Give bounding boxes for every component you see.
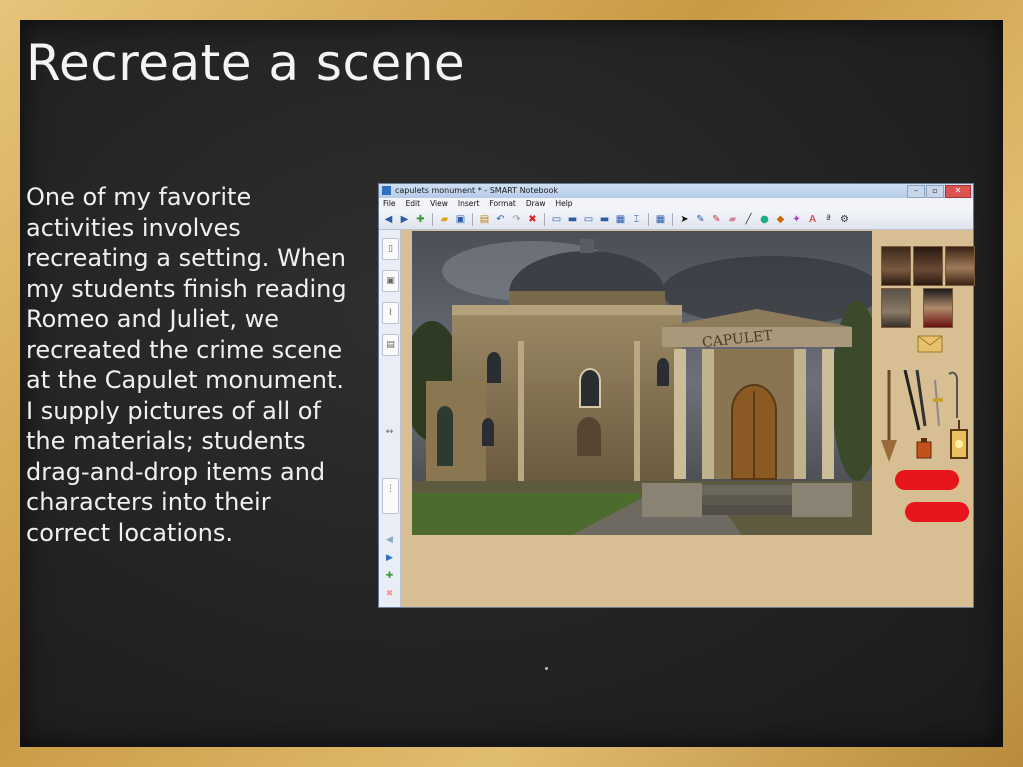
next-page-icon[interactable]: ▶ — [382, 548, 397, 568]
dual-display-icon[interactable]: ▬ — [598, 213, 611, 226]
character-portrait-juliet[interactable] — [945, 246, 975, 286]
undo-icon[interactable]: ↶ — [494, 213, 507, 226]
capture-tool-icon[interactable]: ⌶ — [630, 213, 643, 226]
blood-stain-2[interactable] — [905, 502, 969, 522]
menu-draw[interactable]: Draw — [526, 198, 546, 210]
window-controls: – ▫ ✕ — [907, 185, 971, 198]
attachments-tab[interactable]: ⌇ — [382, 302, 399, 324]
window-title: capulets monument * - SMART Notebook — [395, 186, 559, 195]
toolbar-separator — [472, 213, 473, 226]
eraser-icon[interactable]: ▰ — [726, 213, 739, 226]
smart-notebook-window: capulets monument * - SMART Notebook – ▫… — [378, 183, 975, 608]
capture-icon[interactable]: ▭ — [582, 213, 595, 226]
document-camera-icon[interactable]: ▦ — [614, 213, 627, 226]
slide-title: Recreate a scene — [26, 34, 466, 92]
hook-icon[interactable] — [948, 371, 958, 418]
minimize-button[interactable]: – — [907, 185, 925, 198]
back-arrow-icon[interactable]: ◀ — [382, 213, 395, 226]
toolbar-separator — [672, 213, 673, 226]
menu-help[interactable]: Help — [555, 198, 572, 210]
line-icon[interactable]: ╱ — [742, 213, 755, 226]
toolbar-separator — [544, 213, 545, 226]
chalkboard-frame: Recreate a scene One of my favorite acti… — [0, 0, 1023, 767]
redo-icon[interactable]: ↷ — [510, 213, 523, 226]
chalkboard: Recreate a scene One of my favorite acti… — [20, 20, 1003, 747]
magic-pen-icon[interactable]: ✦ — [790, 213, 803, 226]
forward-arrow-icon[interactable]: ▶ — [398, 213, 411, 226]
letter-icon[interactable] — [917, 332, 943, 354]
side-tabs: ▯ ▣ ⌇ ▤ ↔ ⋮ ◀ ▶ ✚ ✖ — [379, 230, 401, 607]
slide-body: One of my favorite activities involves r… — [26, 183, 347, 547]
delete-icon[interactable]: ✖ — [526, 213, 539, 226]
blood-stain-1[interactable] — [895, 470, 959, 490]
tools-cluster — [881, 370, 968, 462]
fill-icon[interactable]: ◆ — [774, 213, 787, 226]
text-icon[interactable]: A — [806, 213, 819, 226]
smart-notebook-app-icon — [382, 186, 391, 195]
menu-edit[interactable]: Edit — [406, 198, 421, 210]
monument-photo[interactable]: CAPULET — [412, 231, 872, 535]
pen-icon[interactable]: ✎ — [694, 213, 707, 226]
paste-icon[interactable]: ▤ — [478, 213, 491, 226]
properties-tab[interactable]: ▤ — [382, 334, 399, 356]
save-icon[interactable]: ▣ — [454, 213, 467, 226]
display-icon[interactable]: ▬ — [566, 213, 579, 226]
menu-format[interactable]: Format — [489, 198, 515, 210]
page-sorter-tab[interactable]: ▯ — [382, 238, 399, 260]
close-button[interactable]: ✕ — [945, 185, 971, 198]
font-icon[interactable]: ª — [822, 213, 835, 226]
delete-page-icon[interactable]: ✖ — [382, 584, 397, 604]
dagger-icon[interactable] — [933, 379, 943, 427]
table-icon[interactable]: ▦ — [654, 213, 667, 226]
menu-file[interactable]: File — [383, 198, 396, 210]
maximize-button[interactable]: ▫ — [926, 185, 944, 198]
character-portrait-paris[interactable] — [881, 288, 911, 328]
shape-icon[interactable]: ● — [758, 213, 771, 226]
toolbar-separator — [432, 213, 433, 226]
shovel-icon[interactable] — [881, 370, 897, 462]
lantern-icon[interactable] — [950, 420, 968, 459]
menu-view[interactable]: View — [430, 198, 448, 210]
gallery-tab[interactable]: ▣ — [382, 270, 399, 292]
character-portrait-balthasar[interactable] — [923, 288, 953, 328]
menu-bar: File Edit View Insert Format Draw Help — [379, 198, 973, 210]
add-page-side-icon[interactable]: ✚ — [382, 566, 397, 586]
scroll-handle[interactable]: ⋮ — [382, 478, 399, 514]
monument-illustration: CAPULET — [412, 231, 872, 535]
prev-page-icon[interactable]: ◀ — [382, 530, 397, 550]
screen-shade-icon[interactable]: ▭ — [550, 213, 563, 226]
toolbar: ◀ ▶ ✚ ▰ ▣ ▤ ↶ ↷ ✖ ▭ ▬ ▭ ▬ ▦ ⌶ ▦ ➤ ✎ ✎ ▰ … — [379, 210, 973, 230]
toolbar-separator — [648, 213, 649, 226]
add-page-icon[interactable]: ✚ — [414, 213, 427, 226]
character-portrait-friar[interactable] — [913, 246, 943, 286]
select-icon[interactable]: ➤ — [678, 213, 691, 226]
mattock-icon[interactable] — [915, 370, 927, 427]
menu-insert[interactable]: Insert — [458, 198, 480, 210]
chalk-speck — [545, 667, 548, 670]
creative-pen-icon[interactable]: ✎ — [710, 213, 723, 226]
open-folder-icon[interactable]: ▰ — [438, 213, 451, 226]
more-tools-icon[interactable]: ⚙ — [838, 213, 851, 226]
character-portrait-romeo[interactable] — [881, 246, 911, 286]
poison-vial-icon[interactable] — [916, 438, 932, 459]
window-titlebar[interactable]: capulets monument * - SMART Notebook – ▫… — [379, 184, 973, 198]
notebook-canvas[interactable]: CAPULET — [401, 230, 975, 607]
panel-resize-icon[interactable]: ↔ — [382, 426, 397, 438]
draggable-items-panel — [879, 244, 975, 522]
